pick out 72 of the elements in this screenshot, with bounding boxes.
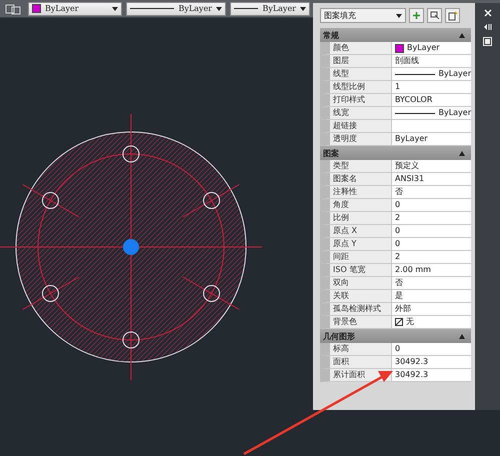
collapse-icon [459, 32, 465, 38]
property-value[interactable]: 2.00 mm [392, 264, 471, 276]
property-name: 图案名 [330, 173, 392, 185]
property-name: 角度 [330, 199, 392, 211]
close-icon[interactable] [484, 9, 492, 17]
property-value[interactable]: ByLayer [392, 133, 471, 145]
select-objects-button[interactable] [427, 8, 442, 23]
hole-circle [203, 285, 220, 302]
select-icon [430, 10, 440, 20]
color-dropdown[interactable]: ByLayer [28, 2, 122, 16]
hole-circle [42, 192, 59, 209]
property-name: 间距 [330, 251, 392, 263]
property-name: 比例 [330, 212, 392, 224]
property-name: 注释性 [330, 186, 392, 198]
property-value[interactable]: 0 [392, 199, 471, 211]
properties-icon[interactable] [483, 37, 492, 46]
property-name: 面积 [330, 356, 392, 368]
property-value[interactable]: 外部 [392, 303, 471, 315]
section-header[interactable]: 几何图形 [320, 329, 471, 343]
object-type-select[interactable]: 图案填充 [320, 8, 406, 23]
property-name: 透明度 [330, 133, 392, 145]
property-value[interactable]: 1 [392, 81, 471, 93]
collapse-icon [459, 150, 465, 156]
property-value[interactable]: 0 [392, 238, 471, 250]
quick-select-icon [448, 10, 458, 20]
property-name: 颜色 [330, 42, 392, 54]
hole-circle [203, 192, 220, 209]
property-value[interactable]: ByLayer [392, 42, 471, 54]
property-value[interactable]: 30492.3 [392, 356, 471, 368]
add-button[interactable] [409, 8, 424, 23]
plus-icon [412, 11, 421, 20]
property-value[interactable]: ByLayer [392, 68, 471, 80]
collapse-icon [459, 334, 465, 338]
property-value[interactable]: 0 [392, 343, 471, 355]
property-value[interactable]: 否 [392, 186, 471, 198]
property-value[interactable]: 0 [392, 225, 471, 237]
property-value[interactable]: 否 [392, 277, 471, 289]
property-name: ISO 笔宽 [330, 264, 392, 276]
property-value[interactable]: 剖面线 [392, 55, 471, 67]
property-name: 关联 [330, 290, 392, 302]
grip-point[interactable] [123, 239, 139, 255]
property-name: 打印样式 [330, 94, 392, 106]
property-value[interactable]: 30492.3 [392, 369, 471, 381]
property-name: 背景色 [330, 316, 392, 328]
property-name: 图层 [330, 55, 392, 67]
hole-circle [42, 285, 59, 302]
property-name: 线宽 [330, 107, 392, 119]
property-name: 类型 [330, 160, 392, 172]
linetype-dropdown[interactable]: ByLayer [126, 2, 226, 16]
property-value[interactable]: ByLayer [392, 107, 471, 119]
property-name: 原点 Y [330, 238, 392, 250]
property-value[interactable]: 2 [392, 212, 471, 224]
property-value[interactable]: 2 [392, 251, 471, 263]
property-name: 线型比例 [330, 81, 392, 93]
property-name: 标高 [330, 343, 392, 355]
property-name: 线型 [330, 68, 392, 80]
property-name: 孤岛检测样式 [330, 303, 392, 315]
property-name: 双向 [330, 277, 392, 289]
section-header[interactable]: 常规 [320, 28, 471, 42]
hole-circle [122, 146, 140, 162]
property-value[interactable]: 无 [392, 316, 471, 328]
property-name: 原点 X [330, 225, 392, 237]
hole-circle [122, 332, 140, 348]
section-header[interactable]: 图案 [320, 146, 471, 160]
property-value[interactable]: 预定义 [392, 160, 471, 172]
quick-select-button[interactable] [445, 8, 460, 23]
property-name: 超链接 [330, 120, 392, 132]
property-value[interactable]: ANSI31 [392, 173, 471, 185]
property-value[interactable]: 是 [392, 290, 471, 302]
lineweight-dropdown[interactable]: ByLayer [230, 2, 310, 16]
auto-hide-icon[interactable] [483, 23, 492, 31]
property-value[interactable]: BYCOLOR [392, 94, 471, 106]
